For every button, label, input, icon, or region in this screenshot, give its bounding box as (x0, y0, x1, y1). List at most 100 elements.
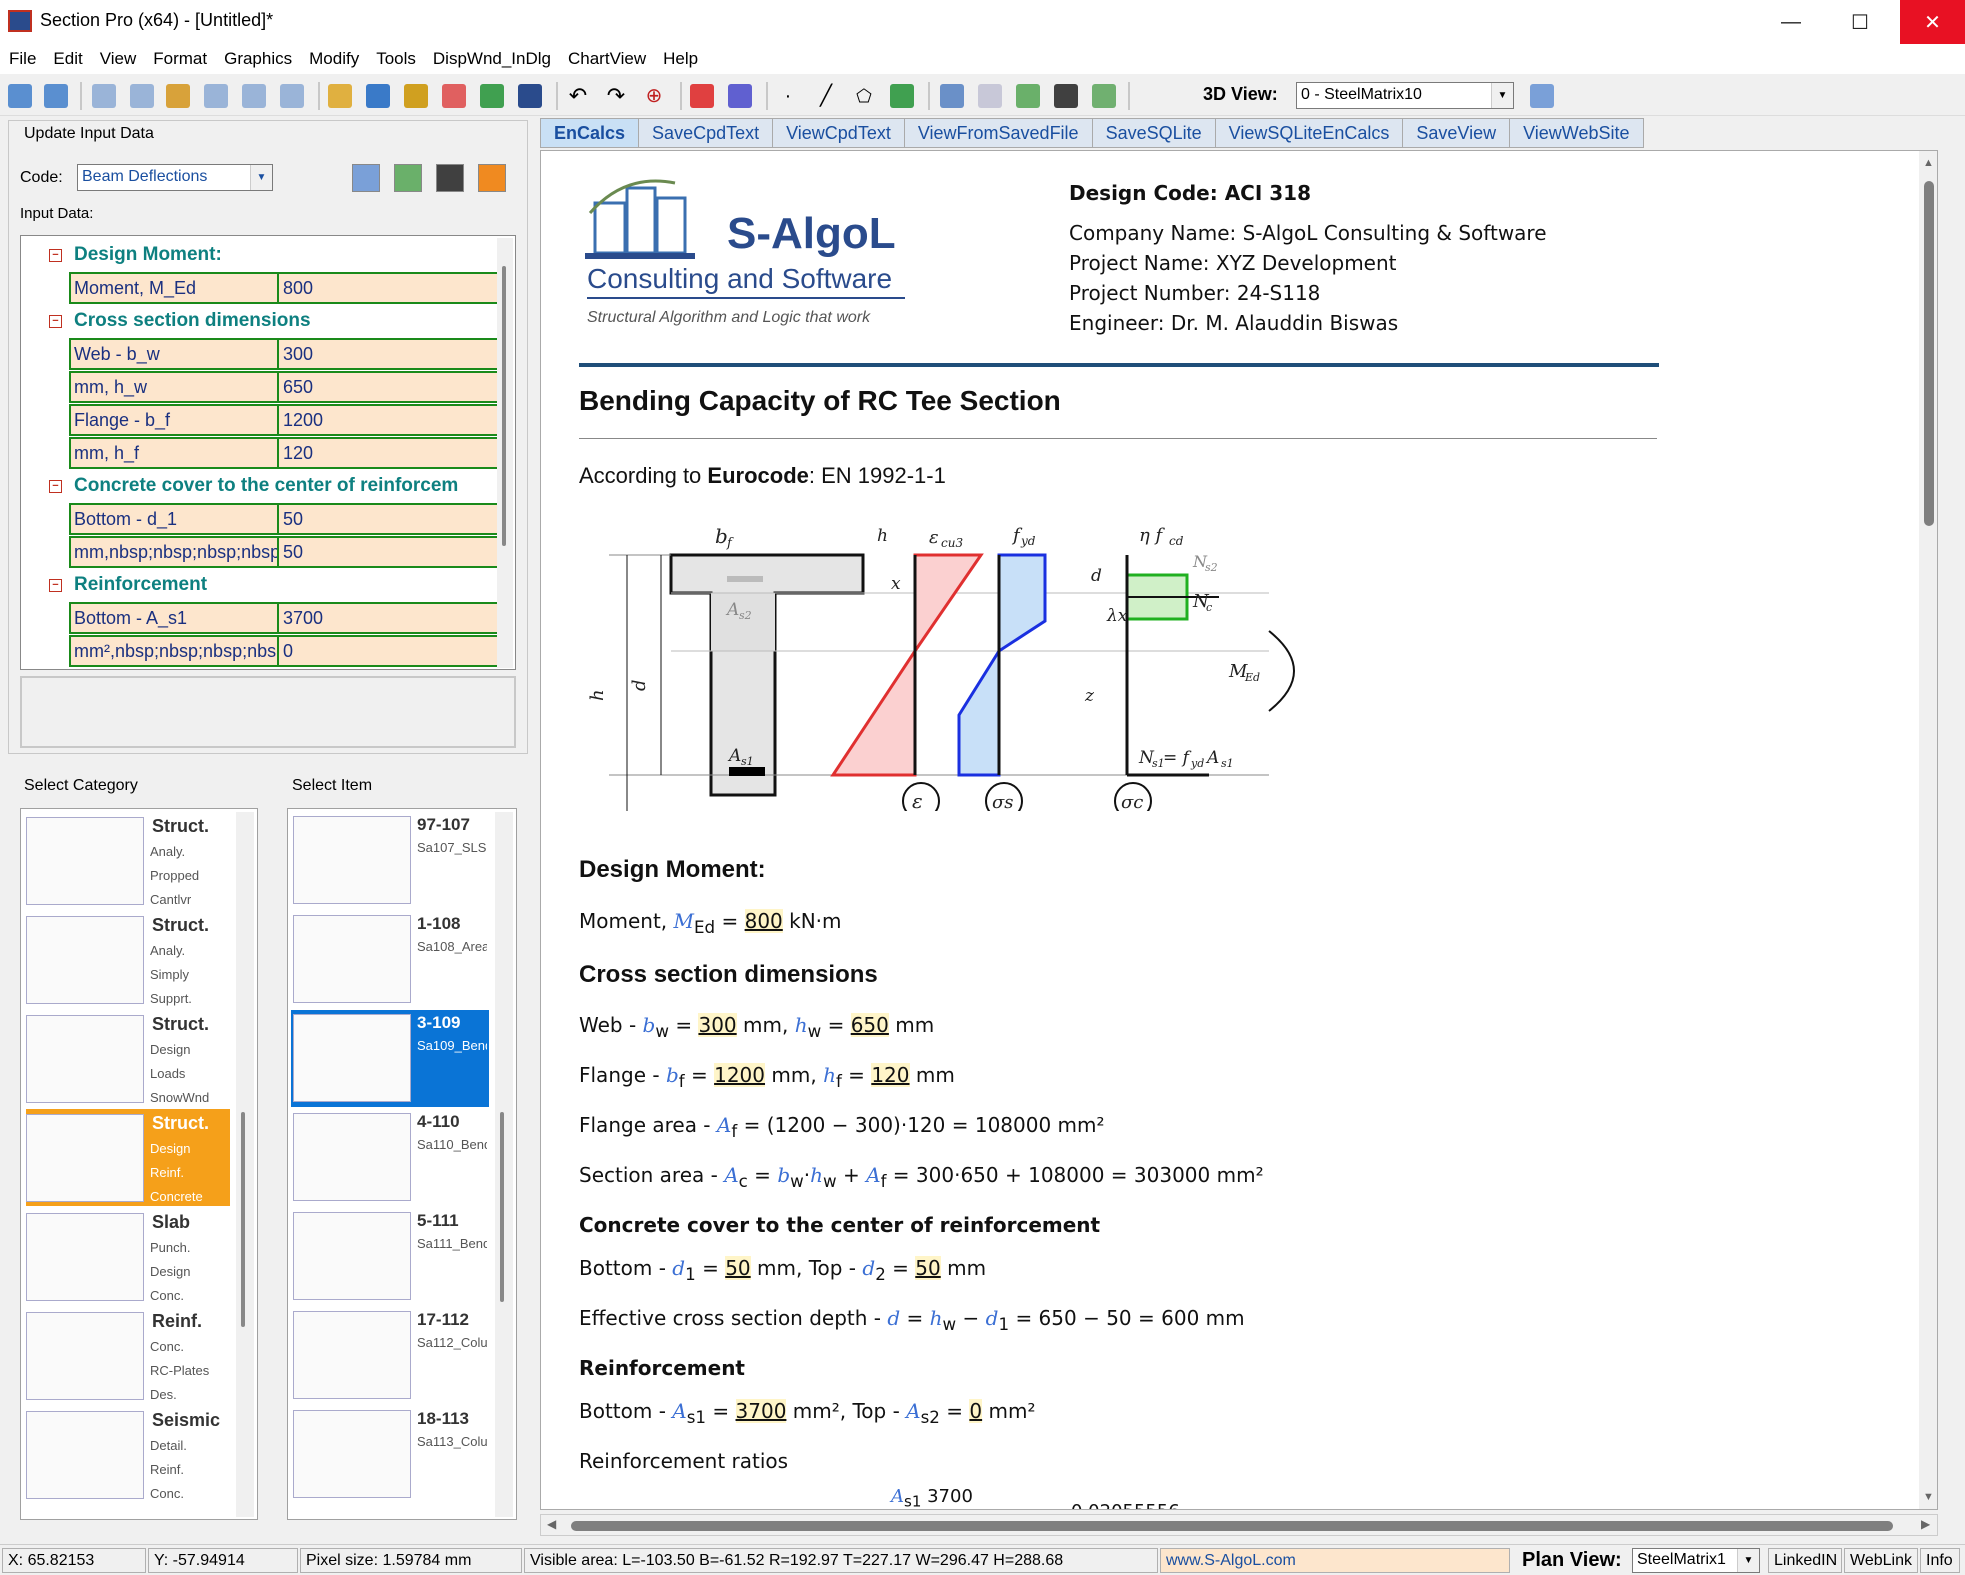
scroll-right-icon[interactable]: ▶ (1921, 1517, 1930, 1531)
item-entry[interactable]: 97-107 Sa107_SLS (291, 812, 489, 909)
dimension-icon[interactable] (940, 84, 964, 108)
grid-row-flange[interactable]: Flange - b_f 1200 (69, 404, 499, 436)
row-value[interactable]: 0 (279, 637, 297, 665)
export-icon[interactable] (1092, 84, 1116, 108)
category-item[interactable]: Struct. Design Loads SnowWnd (26, 1010, 230, 1107)
item-entry[interactable]: 5-111 Sa111_Bend (291, 1208, 489, 1305)
item-scrollbar[interactable] (495, 812, 513, 1517)
menu-dispwnd[interactable]: DispWnd_InDlg (433, 49, 551, 69)
tab-viewsqliteencalcs[interactable]: ViewSQLiteEnCalcs (1214, 118, 1404, 148)
row-value[interactable]: 300 (279, 340, 317, 368)
row-value[interactable]: 650 (279, 373, 317, 401)
scroll-up-icon[interactable]: ▲ (1923, 157, 1934, 169)
info-button[interactable]: Info (1920, 1548, 1960, 1573)
refresh-icon[interactable] (204, 84, 228, 108)
save-icon[interactable] (518, 84, 542, 108)
row-value[interactable]: 50 (279, 538, 307, 566)
close-button[interactable]: ✕ (1900, 0, 1965, 44)
point-icon[interactable]: · (776, 84, 800, 108)
grid-row-hw[interactable]: mm, h_w 650 (69, 371, 499, 403)
tab-viewfromsavedfile[interactable]: ViewFromSavedFile (903, 118, 1093, 148)
menu-chartview[interactable]: ChartView (568, 49, 646, 69)
scroll-thumb[interactable] (241, 1112, 245, 1327)
grid-row-as2[interactable]: mm²,nbsp;nbsp;nbsp;nbsp; 0 (69, 635, 499, 667)
row-value[interactable]: 800 (279, 274, 317, 302)
view3d-select[interactable]: 0 - SteelMatrix10 ▼ (1296, 82, 1514, 109)
tab-savecpdtext[interactable]: SaveCpdText (638, 118, 774, 148)
excel-icon[interactable] (480, 84, 504, 108)
item-entry[interactable]: 4-110 Sa110_Bend (291, 1109, 489, 1206)
new-document-icon[interactable] (92, 84, 116, 108)
row-value[interactable]: 120 (279, 439, 317, 467)
item-entry[interactable]: 17-112 Sa112_Colu (291, 1307, 489, 1404)
clipboard-icon[interactable] (436, 164, 464, 192)
minimize-button[interactable]: — (1762, 0, 1820, 44)
shapes-icon[interactable] (890, 84, 914, 108)
box-icon[interactable] (166, 84, 190, 108)
maximize-button[interactable]: ☐ (1831, 0, 1889, 44)
menu-format[interactable]: Format (153, 49, 207, 69)
section-reinforcement[interactable]: − Reinforcement (49, 574, 207, 596)
menu-tools[interactable]: Tools (376, 49, 416, 69)
category-item[interactable]: Struct. Analy. Simply Supprt. (26, 911, 230, 1008)
category-item[interactable]: Struct. Analy. Propped Cantlvr (26, 812, 230, 909)
spreadsheet-icon[interactable] (366, 84, 390, 108)
open-folder-icon[interactable] (328, 84, 352, 108)
category-item[interactable]: Slab Punch. Design Conc. (26, 1208, 230, 1305)
item-entry[interactable]: 18-113 Sa113_Colu (291, 1406, 489, 1503)
tab-encalcs[interactable]: EnCalcs (540, 118, 640, 148)
tab-saveview[interactable]: SaveView (1402, 118, 1511, 148)
scroll-thumb[interactable] (571, 1521, 1893, 1531)
scroll-thumb[interactable] (500, 1112, 504, 1302)
cancel-icon[interactable] (728, 84, 752, 108)
menu-modify[interactable]: Modify (309, 49, 359, 69)
chevron-down-icon[interactable]: ▼ (1737, 1549, 1759, 1572)
polygon-icon[interactable]: ⬠ (852, 84, 876, 108)
row-value[interactable]: 1200 (279, 406, 327, 434)
category-scrollbar[interactable] (236, 812, 254, 1517)
report-icon[interactable] (280, 84, 304, 108)
target-icon[interactable]: ⊕ (642, 84, 666, 108)
grid-row-web[interactable]: Web - b_w 300 (69, 338, 499, 370)
film-icon[interactable] (1054, 84, 1078, 108)
grid-row-moment[interactable]: Moment, M_Ed 800 (69, 272, 499, 304)
grid-scrollbar[interactable] (497, 238, 513, 668)
item-entry[interactable]: 3-109 Sa109_Bend (291, 1010, 489, 1107)
layers-icon[interactable] (1016, 84, 1040, 108)
section-cover[interactable]: − Concrete cover to the center of reinfor… (49, 475, 458, 497)
grid-row-hf[interactable]: mm, h_f 120 (69, 437, 499, 469)
collapse-icon[interactable]: − (49, 248, 62, 262)
settings-icon[interactable] (352, 164, 380, 192)
zoom-in-icon[interactable] (8, 84, 32, 108)
scroll-thumb[interactable] (502, 266, 506, 546)
grid-row-as1[interactable]: Bottom - A_s1 3700 (69, 602, 499, 634)
grid-icon[interactable] (242, 84, 266, 108)
pdf-icon[interactable] (442, 84, 466, 108)
menu-help[interactable]: Help (663, 49, 698, 69)
calculator-icon[interactable] (394, 164, 422, 192)
category-item[interactable]: Reinf. Conc. RC-Plates Des. (26, 1307, 230, 1404)
plan-view-select[interactable]: SteelMatrix1 ▼ (1632, 1548, 1760, 1573)
chart-icon[interactable] (404, 84, 428, 108)
menu-file[interactable]: File (9, 49, 36, 69)
category-item[interactable]: Struct. Design Reinf. Concrete (26, 1109, 230, 1206)
tab-savesqlite[interactable]: SaveSQLite (1091, 118, 1216, 148)
doc-vertical-scrollbar[interactable]: ▲ ▼ (1919, 151, 1937, 1509)
section-cross-section[interactable]: − Cross section dimensions (49, 310, 311, 332)
scroll-left-icon[interactable]: ◀ (547, 1517, 556, 1531)
weblink-button[interactable]: WebLink (1844, 1548, 1918, 1573)
undo-icon[interactable]: ↶ (566, 84, 590, 108)
redo-icon[interactable]: ↷ (604, 84, 628, 108)
item-entry[interactable]: 1-108 Sa108_Area (291, 911, 489, 1008)
scroll-down-icon[interactable]: ▼ (1923, 1491, 1934, 1503)
tab-viewwebsite[interactable]: ViewWebSite (1509, 118, 1644, 148)
doc-horizontal-scrollbar[interactable]: ◀ ▶ (540, 1514, 1938, 1536)
table-icon[interactable] (130, 84, 154, 108)
code-select[interactable]: Beam Deflections ▼ (77, 164, 273, 191)
menu-view[interactable]: View (100, 49, 137, 69)
scroll-thumb[interactable] (1924, 181, 1934, 526)
linkedin-button[interactable]: LinkedIN (1768, 1548, 1842, 1573)
line-icon[interactable]: ╱ (814, 84, 838, 108)
collapse-icon[interactable]: − (49, 479, 62, 493)
zoom-out-icon[interactable] (44, 84, 68, 108)
